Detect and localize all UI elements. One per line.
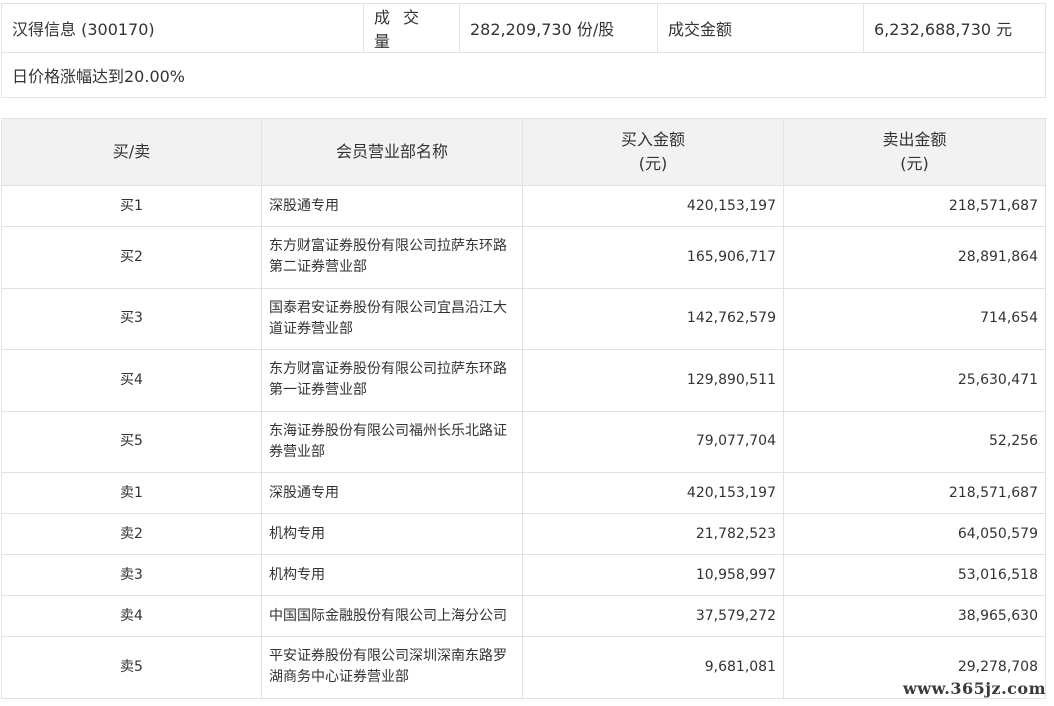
row-buy-amount: 21,782,523 (522, 513, 784, 555)
table-row: 卖3 机构专用 10,958,997 53,016,518 (1, 554, 1046, 596)
header-sell-amount: 卖出金额 (元) (783, 118, 1046, 186)
row-branch-name: 中国国际金融股份有限公司上海分公司 (261, 595, 523, 637)
row-side: 买3 (1, 287, 262, 350)
row-side: 卖5 (1, 636, 262, 699)
volume-label: 成 交 量 (363, 3, 460, 53)
row-sell-amount: 218,571,687 (783, 185, 1046, 227)
row-branch-name: 平安证券股份有限公司深圳深南东路罗湖商务中心证券营业部 (261, 636, 523, 699)
row-branch-name: 深股通专用 (261, 185, 523, 227)
table-header-row: 买/卖 会员营业部名称 买入金额 (元) 卖出金额 (元) (1, 118, 1046, 186)
row-sell-amount: 25,630,471 (783, 349, 1046, 412)
table-row: 卖4 中国国际金融股份有限公司上海分公司 37,579,272 38,965,6… (1, 595, 1046, 637)
row-buy-amount: 420,153,197 (522, 472, 784, 514)
row-side: 卖3 (1, 554, 262, 596)
summary-note-row: 日价格涨幅达到20.00% (1, 52, 1046, 98)
row-side: 卖2 (1, 513, 262, 555)
header-sell-amount-unit: (元) (900, 154, 929, 173)
row-branch-name: 东海证券股份有限公司福州长乐北路证券营业部 (261, 410, 523, 473)
row-buy-amount: 37,579,272 (522, 595, 784, 637)
row-buy-amount: 420,153,197 (522, 185, 784, 227)
row-side: 卖1 (1, 472, 262, 514)
row-side: 卖4 (1, 595, 262, 637)
row-branch-name: 国泰君安证券股份有限公司宜昌沿江大道证券营业部 (261, 287, 523, 350)
row-branch-name: 机构专用 (261, 513, 523, 555)
site-watermark: www.365jz.com (903, 679, 1046, 698)
table-row: 买4 东方财富证券股份有限公司拉萨东环路第一证券营业部 129,890,511 … (1, 349, 1046, 412)
volume-value: 282,209,730 份/股 (459, 3, 658, 53)
table-row: 买2 东方财富证券股份有限公司拉萨东环路第二证券营业部 165,906,717 … (1, 226, 1046, 289)
table-row: 买3 国泰君安证券股份有限公司宜昌沿江大道证券营业部 142,762,579 7… (1, 287, 1046, 350)
table-row: 卖2 机构专用 21,782,523 64,050,579 (1, 513, 1046, 555)
row-buy-amount: 79,077,704 (522, 410, 784, 473)
row-sell-amount: 52,256 (783, 410, 1046, 473)
summary-row: 汉得信息 (300170) 成 交 量 282,209,730 份/股 成交金额… (1, 3, 1046, 53)
row-side: 买4 (1, 349, 262, 412)
row-buy-amount: 129,890,511 (522, 349, 784, 412)
header-sell-amount-title: 卖出金额 (882, 130, 947, 149)
header-buy-amount-unit: (元) (638, 154, 668, 173)
table-row: 买5 东海证券股份有限公司福州长乐北路证券营业部 79,077,704 52,2… (1, 410, 1046, 473)
row-buy-amount: 10,958,997 (522, 554, 784, 596)
trading-detail-table: 买/卖 会员营业部名称 买入金额 (元) 卖出金额 (元) 买1 深股通专用 4… (1, 118, 1046, 699)
row-buy-amount: 9,681,081 (522, 636, 784, 699)
row-buy-amount: 165,906,717 (522, 226, 784, 289)
row-buy-amount: 142,762,579 (522, 287, 784, 350)
header-buy-amount: 买入金额 (元) (522, 118, 784, 186)
row-side: 买5 (1, 410, 262, 473)
header-buy-amount-title: 买入金额 (620, 130, 685, 149)
row-branch-name: 东方财富证券股份有限公司拉萨东环路第二证券营业部 (261, 226, 523, 289)
amount-label: 成交金额 (657, 3, 864, 53)
row-sell-amount: 28,891,864 (783, 226, 1046, 289)
price-limit-note: 日价格涨幅达到20.00% (1, 52, 1046, 98)
header-branch-name: 会员营业部名称 (261, 118, 523, 186)
row-side: 买2 (1, 226, 262, 289)
row-branch-name: 深股通专用 (261, 472, 523, 514)
table-row: 卖1 深股通专用 420,153,197 218,571,687 (1, 472, 1046, 514)
row-sell-amount: 218,571,687 (783, 472, 1046, 514)
row-branch-name: 东方财富证券股份有限公司拉萨东环路第一证券营业部 (261, 349, 523, 412)
summary-table: 汉得信息 (300170) 成 交 量 282,209,730 份/股 成交金额… (1, 3, 1046, 98)
row-sell-amount: 714,654 (783, 287, 1046, 350)
row-side: 买1 (1, 185, 262, 227)
row-branch-name: 机构专用 (261, 554, 523, 596)
table-row: 买1 深股通专用 420,153,197 218,571,687 (1, 185, 1046, 227)
amount-value: 6,232,688,730 元 (863, 3, 1046, 53)
row-sell-amount: 38,965,630 (783, 595, 1046, 637)
row-sell-amount: 53,016,518 (783, 554, 1046, 596)
table-row: 卖5 平安证券股份有限公司深圳深南东路罗湖商务中心证券营业部 9,681,081… (1, 636, 1046, 699)
header-side: 买/卖 (1, 118, 262, 186)
row-sell-amount: 64,050,579 (783, 513, 1046, 555)
stock-name: 汉得信息 (300170) (1, 3, 364, 53)
